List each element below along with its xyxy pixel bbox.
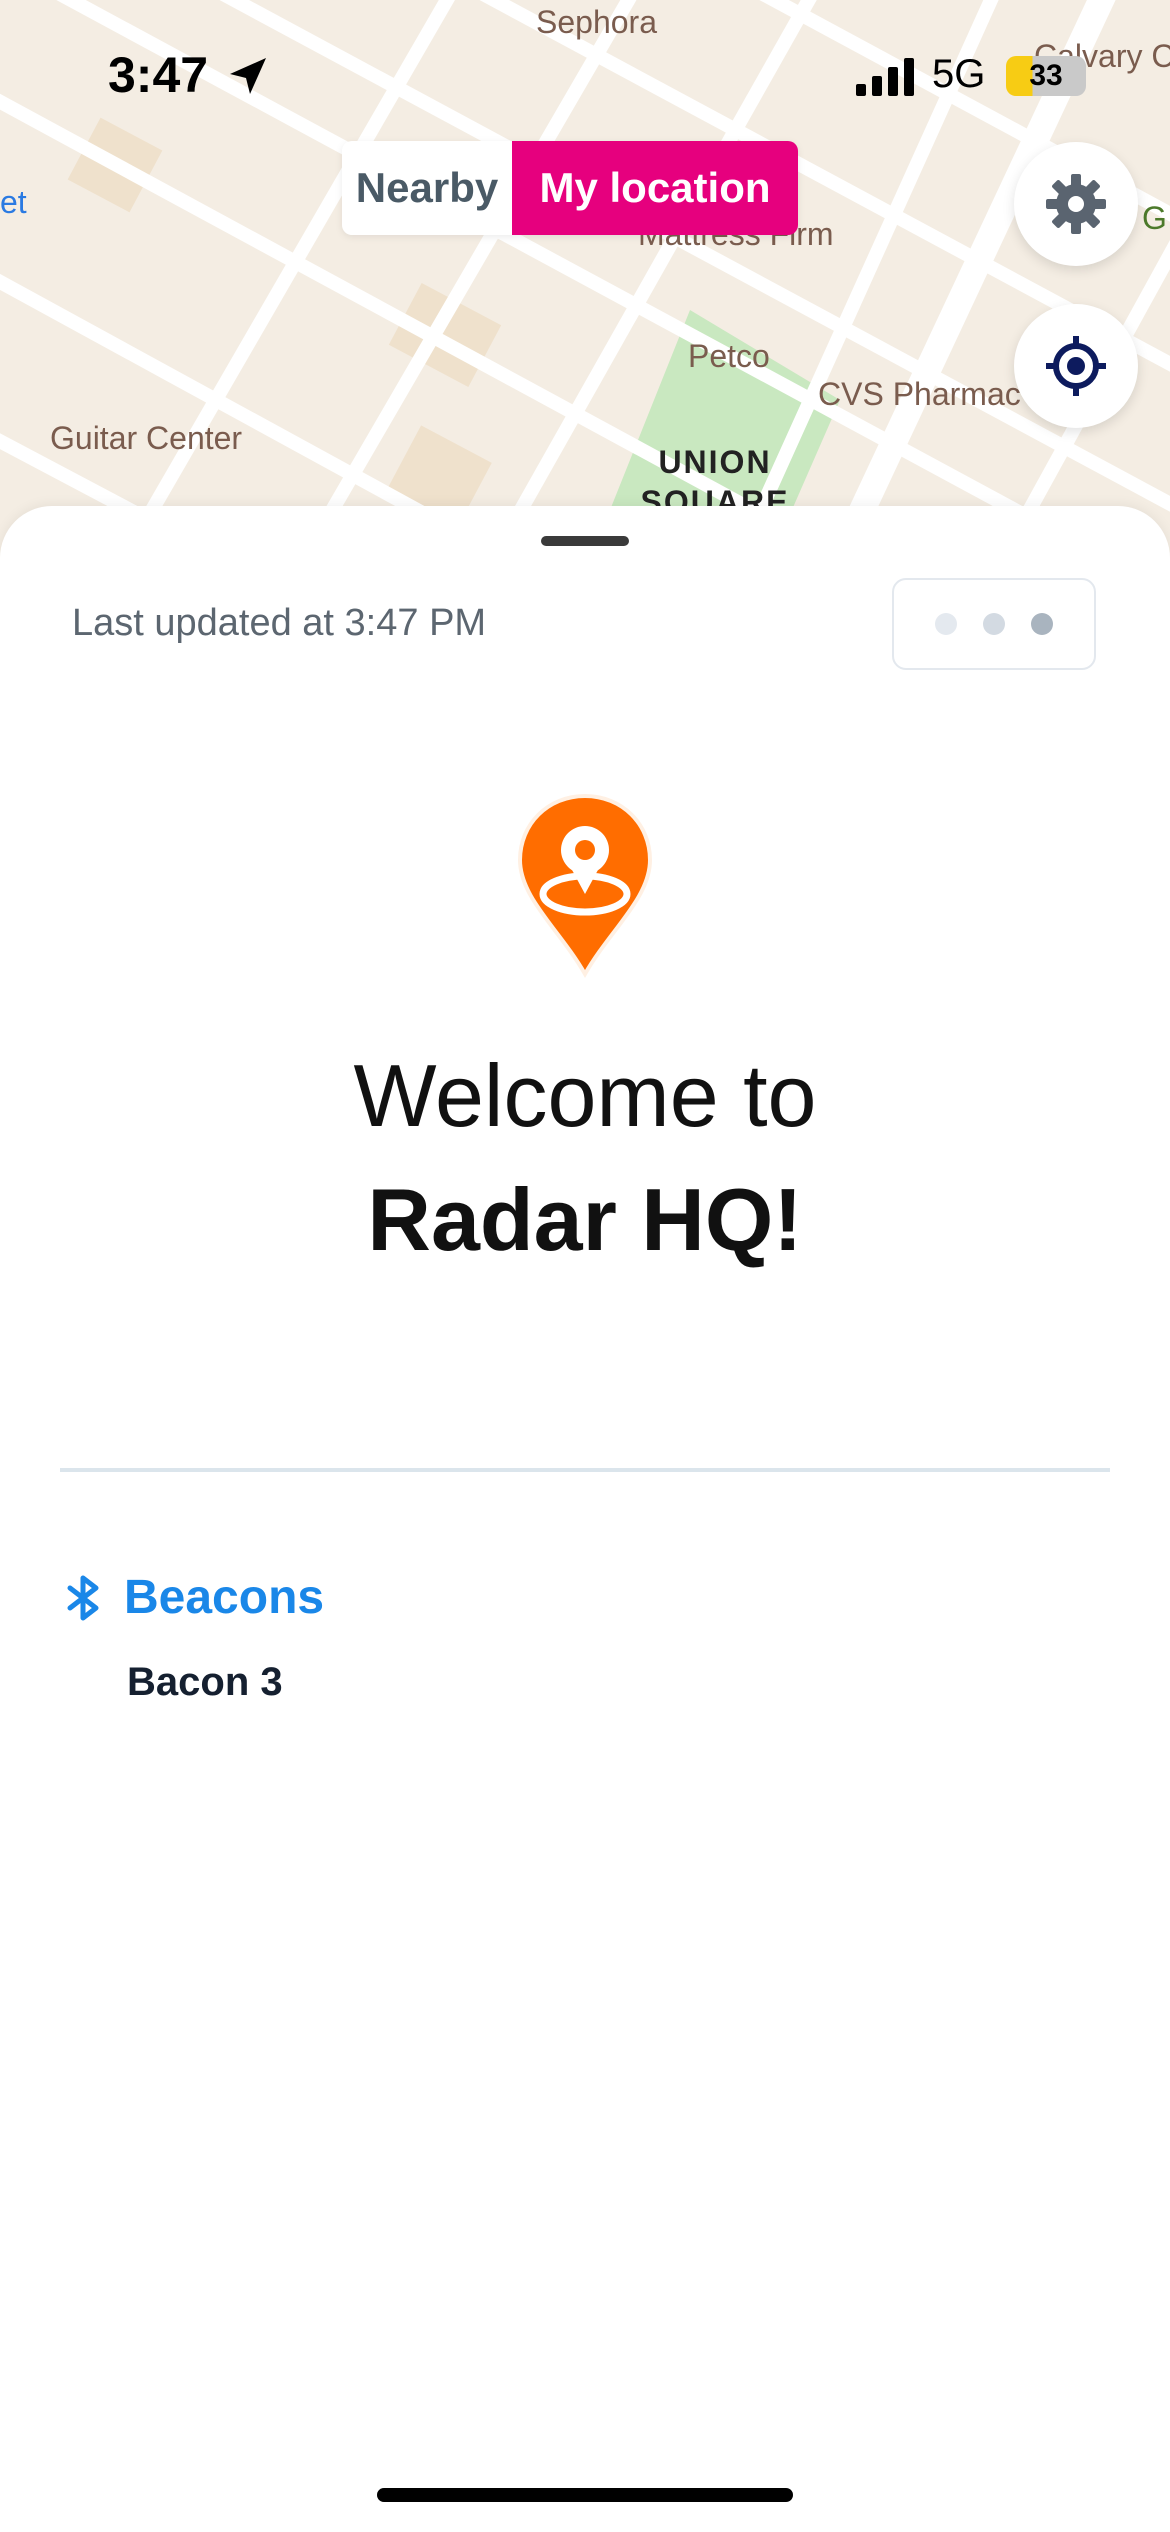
beacons-section-header: Beacons [64, 1570, 324, 1625]
map-view[interactable]: Sephora Calvary C Mattress Firm Petco CV… [0, 0, 1170, 560]
battery-percent: 33 [1029, 59, 1063, 92]
welcome-heading-line2: Radar HQ! [367, 1170, 803, 1269]
battery-icon: 33 [1006, 56, 1086, 96]
last-updated-text: Last updated at 3:47 PM [72, 602, 487, 644]
beacon-list-item[interactable]: Bacon 3 [127, 1660, 283, 1705]
map-pin-icon [517, 793, 653, 979]
welcome-heading-line1: Welcome to [353, 1046, 817, 1145]
status-time: 3:47 [108, 47, 209, 103]
sheet-grabber[interactable] [541, 536, 629, 546]
beacons-title: Beacons [124, 1571, 325, 1624]
map-label-cvs: CVS Pharmac [818, 376, 1021, 412]
map-label-left-edge: et [0, 184, 27, 220]
tab-nearby[interactable]: Nearby [342, 141, 512, 235]
map-label-sephora: Sephora [536, 4, 657, 40]
park-line-1: UNION [658, 444, 772, 480]
location-arrow-icon [230, 58, 266, 94]
view-mode-toggle: Nearby My location [342, 141, 798, 235]
section-divider [60, 1468, 1110, 1472]
crosshair-icon [1046, 336, 1106, 396]
locate-me-button[interactable] [1014, 304, 1138, 428]
signal-bars-icon [856, 58, 914, 96]
tab-my-location[interactable]: My location [512, 141, 798, 235]
bottom-sheet: Last updated at 3:47 PM Welcome to Radar… [0, 506, 1170, 2532]
map-label-right-edge: G [1142, 200, 1167, 236]
settings-button[interactable] [1014, 142, 1138, 266]
ellipsis-dot [983, 613, 1005, 635]
home-indicator [377, 2488, 793, 2502]
map-label-petco: Petco [688, 338, 770, 374]
ellipsis-dot [935, 613, 957, 635]
bluetooth-icon [67, 1575, 99, 1620]
map-label-guitar-center: Guitar Center [50, 420, 243, 456]
ellipsis-dot [1031, 613, 1053, 635]
more-options-button[interactable] [892, 578, 1096, 670]
gear-icon [1046, 174, 1106, 234]
network-type: 5G [932, 52, 986, 96]
